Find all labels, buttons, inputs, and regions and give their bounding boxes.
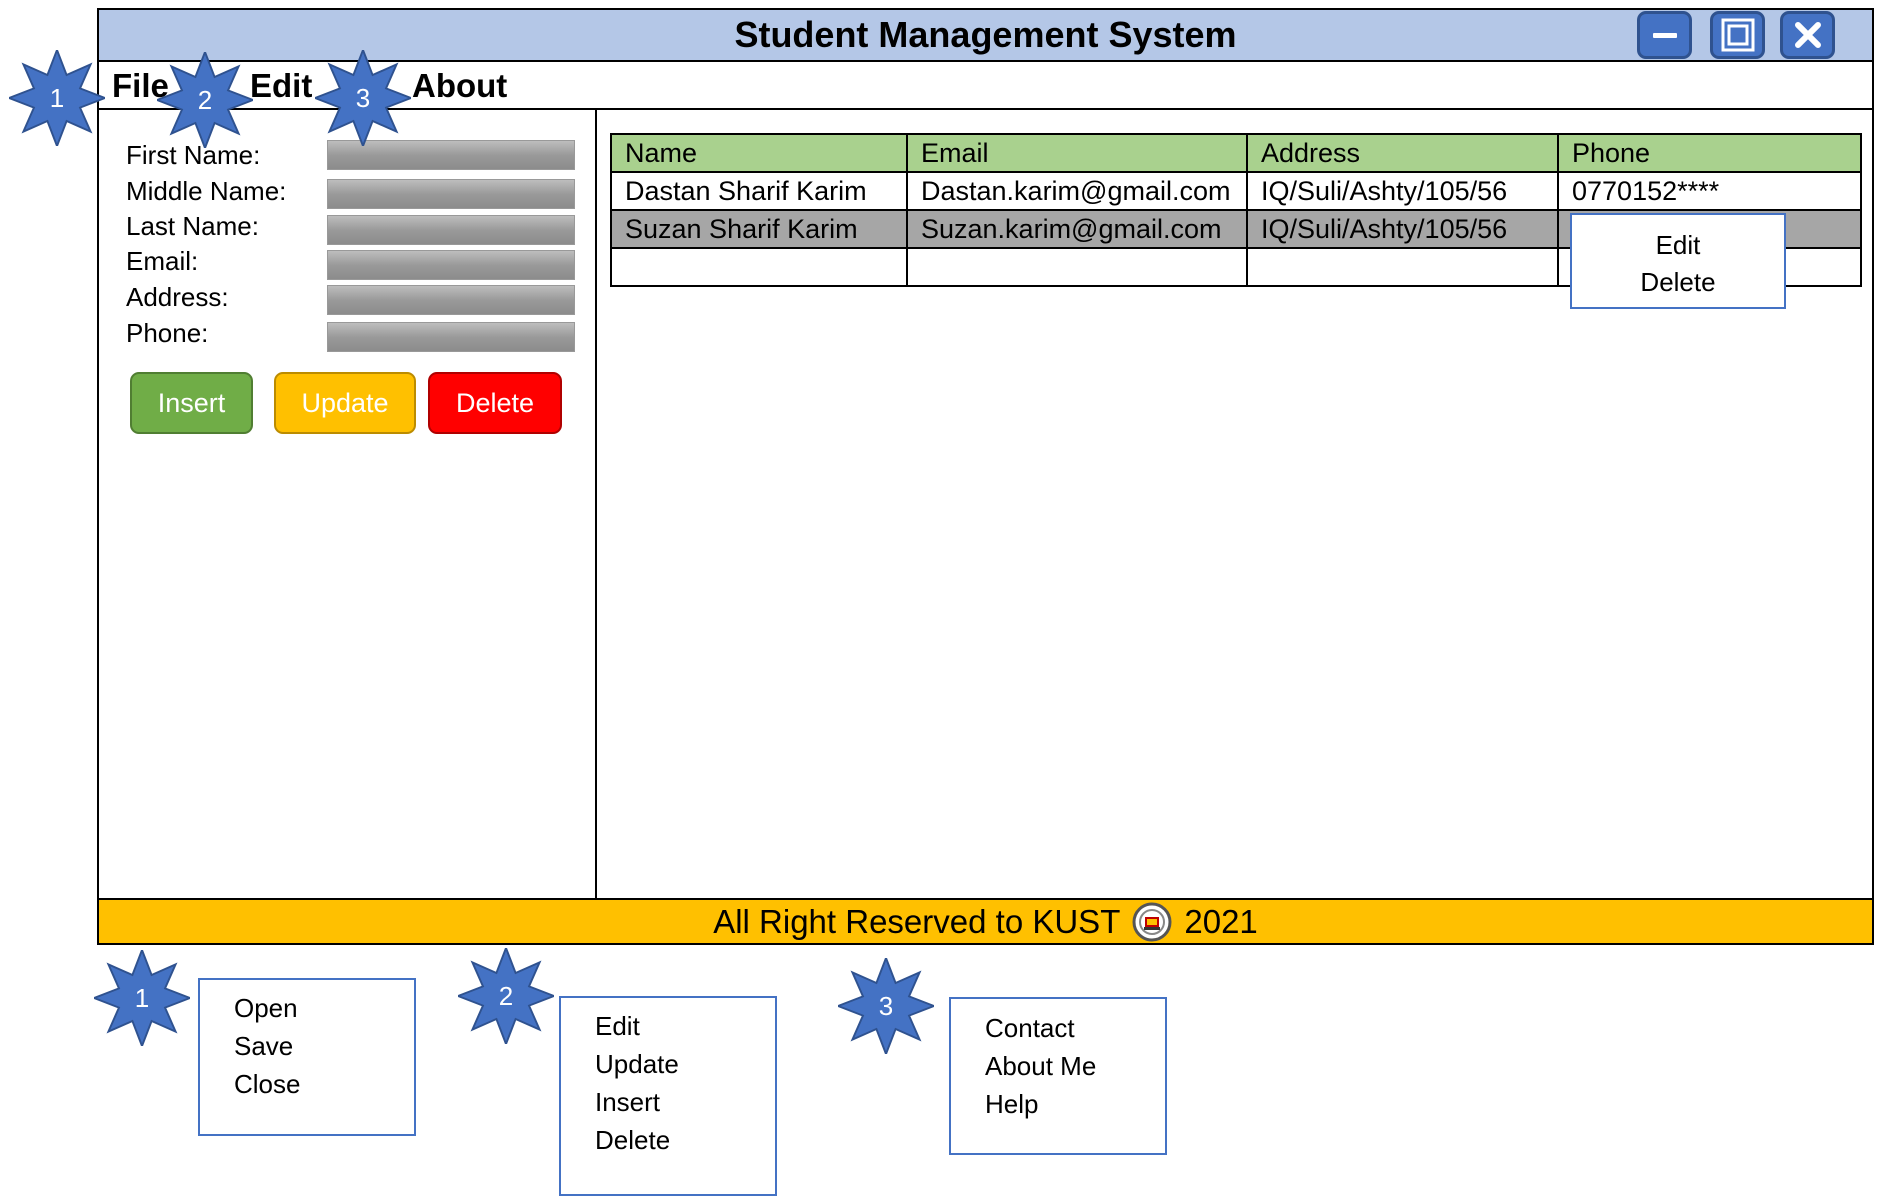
context-delete[interactable]: Delete <box>1572 264 1784 301</box>
table-cell[interactable]: Suzan.karim@gmail.com <box>906 209 1248 249</box>
badge-number: 1 <box>49 83 65 113</box>
about-menu-help[interactable]: Help <box>985 1085 1165 1123</box>
insert-button[interactable]: Insert <box>130 372 253 434</box>
file-menu-open[interactable]: Open <box>234 989 414 1027</box>
table-cell[interactable] <box>906 247 1248 287</box>
maximize-button[interactable] <box>1710 11 1765 59</box>
badge-number: 3 <box>355 83 371 113</box>
table-cell[interactable]: IQ/Suli/Ashty/105/56 <box>1246 209 1559 249</box>
badge-number: 3 <box>878 991 894 1021</box>
last-name-label: Last Name: <box>126 211 259 241</box>
about-menu-contact[interactable]: Contact <box>985 1009 1165 1047</box>
file-menu-dropdown: Open Save Close <box>198 978 416 1136</box>
table-cell[interactable]: IQ/Suli/Ashty/105/56 <box>1246 171 1559 211</box>
table-cell[interactable] <box>610 247 908 287</box>
maximize-icon <box>1721 18 1754 52</box>
edit-menu-dropdown: Edit Update Insert Delete <box>559 996 777 1196</box>
edit-menu-update[interactable]: Update <box>595 1045 775 1083</box>
minimize-icon <box>1652 33 1677 38</box>
annotation-badge-2: 2 <box>154 49 256 151</box>
annotation-badge-edit: 2 <box>455 945 557 1047</box>
row-context-menu: Edit Delete <box>1570 213 1786 309</box>
file-menu-close[interactable]: Close <box>234 1065 414 1103</box>
middle-name-input[interactable] <box>327 179 575 209</box>
file-menu-save[interactable]: Save <box>234 1027 414 1065</box>
edit-menu-edit[interactable]: Edit <box>595 1007 775 1045</box>
header-phone[interactable]: Phone <box>1557 133 1862 173</box>
annotation-badge-3: 3 <box>312 47 414 149</box>
context-edit[interactable]: Edit <box>1572 227 1784 264</box>
email-label: Email: <box>126 246 199 276</box>
badge-number: 2 <box>197 85 213 115</box>
header-address[interactable]: Address <box>1246 133 1559 173</box>
minimize-button[interactable] <box>1637 11 1692 59</box>
footer-text: All Right Reserved to KUST <box>713 902 1121 940</box>
table-cell[interactable]: Dastan.karim@gmail.com <box>906 171 1248 211</box>
table-cell[interactable]: Suzan Sharif Karim <box>610 209 908 249</box>
delete-button[interactable]: Delete <box>428 372 562 434</box>
last-name-input[interactable] <box>327 215 575 245</box>
annotation-badge-file: 1 <box>91 947 193 1049</box>
menu-about[interactable]: About <box>412 64 507 108</box>
close-icon <box>1794 22 1821 48</box>
header-email[interactable]: Email <box>906 133 1248 173</box>
edit-menu-delete[interactable]: Delete <box>595 1121 775 1159</box>
table-cell[interactable]: 0770152**** <box>1557 171 1862 211</box>
annotation-badge-1: 1 <box>6 47 108 149</box>
footer-year: 2021 <box>1184 902 1258 940</box>
annotation-badge-about: 3 <box>835 955 937 1057</box>
footer: All Right Reserved to KUST 2021 <box>97 898 1874 945</box>
email-input[interactable] <box>327 250 575 280</box>
phone-input[interactable] <box>327 322 575 352</box>
edit-menu-insert[interactable]: Insert <box>595 1083 775 1121</box>
close-button[interactable] <box>1780 11 1835 59</box>
about-menu-dropdown: Contact About Me Help <box>949 997 1167 1155</box>
table-cell[interactable]: Dastan Sharif Karim <box>610 171 908 211</box>
address-input[interactable] <box>327 285 575 315</box>
table-cell[interactable] <box>1246 247 1559 287</box>
badge-number: 2 <box>498 981 514 1011</box>
table-row[interactable]: Dastan Sharif Karim Dastan.karim@gmail.c… <box>610 171 1862 211</box>
kust-logo-icon <box>1132 902 1172 941</box>
header-name[interactable]: Name <box>610 133 908 173</box>
menu-edit[interactable]: Edit <box>250 64 312 108</box>
middle-name-label: Middle Name: <box>126 176 287 206</box>
update-button[interactable]: Update <box>274 372 416 434</box>
address-label: Address: <box>126 282 229 312</box>
about-menu-about-me[interactable]: About Me <box>985 1047 1165 1085</box>
phone-label: Phone: <box>126 318 209 348</box>
table-header-row: Name Email Address Phone <box>610 133 1862 173</box>
badge-number: 1 <box>134 983 150 1013</box>
